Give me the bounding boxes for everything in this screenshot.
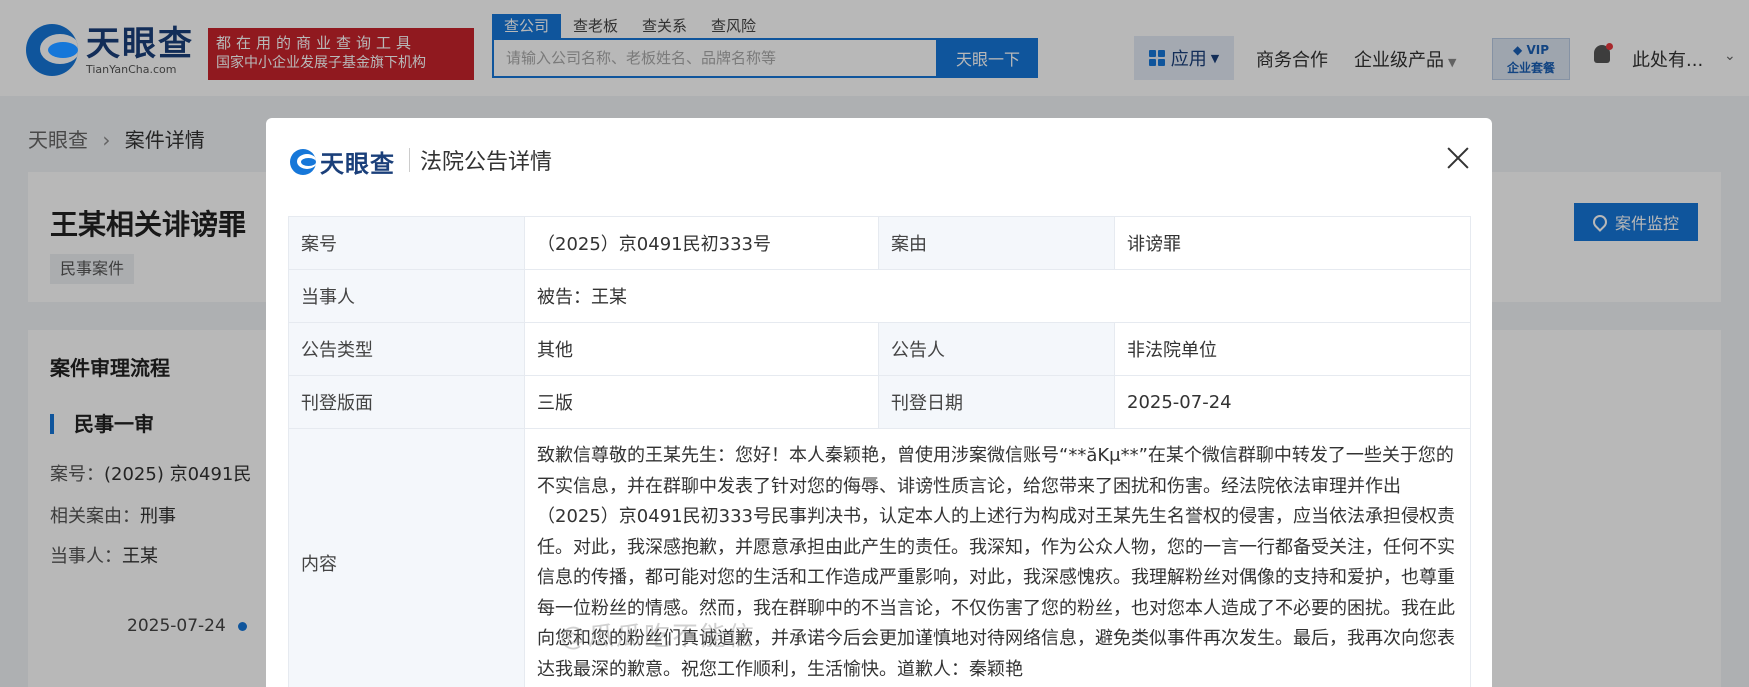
divider (409, 148, 410, 172)
eye-logo-icon (290, 148, 316, 175)
case-no-label: 案号 (288, 216, 525, 270)
publish-date-value: 2025-07-24 (1114, 375, 1471, 429)
announcer-label: 公告人 (878, 322, 1115, 376)
cause-value: 诽谤罪 (1114, 216, 1471, 270)
close-icon[interactable] (1442, 142, 1474, 174)
publish-page-value: 三版 (524, 375, 879, 429)
table-row: 案号 （2025）京0491民初333号 案由 诽谤罪 (288, 216, 1471, 270)
case-no-value: （2025）京0491民初333号 (524, 216, 879, 270)
publish-page-label: 刊登版面 (288, 375, 525, 429)
notice-type-label: 公告类型 (288, 322, 525, 376)
table-row: 内容 致歉信尊敬的王某先生：您好！本人秦颖艳，曾使用涉案微信账号“**ăKμ**… (288, 428, 1471, 687)
notice-detail-table: 案号 （2025）京0491民初333号 案由 诽谤罪 当事人 被告：王某 公告… (288, 216, 1471, 687)
notice-type-value: 其他 (524, 322, 879, 376)
watermark-text: @瓜瓜吃不能信 (560, 622, 757, 652)
publish-date-label: 刊登日期 (878, 375, 1115, 429)
party-label: 当事人 (288, 269, 525, 323)
table-row: 当事人 被告：王某 (288, 269, 1471, 323)
court-notice-modal: 天眼查 法院公告详情 案号 （2025）京0491民初333号 案由 诽谤罪 当… (266, 118, 1492, 687)
cause-label: 案由 (878, 216, 1115, 270)
announcer-value: 非法院单位 (1114, 322, 1471, 376)
modal-logo: 天眼查 (290, 144, 395, 179)
table-row: 公告类型 其他 公告人 非法院单位 (288, 322, 1471, 376)
modal-logo-text: 天眼查 (320, 150, 395, 178)
content-label: 内容 (288, 428, 525, 687)
table-row: 刊登版面 三版 刊登日期 2025-07-24 (288, 375, 1471, 429)
party-value: 被告：王某 (524, 269, 1471, 323)
modal-title: 法院公告详情 (420, 150, 553, 175)
